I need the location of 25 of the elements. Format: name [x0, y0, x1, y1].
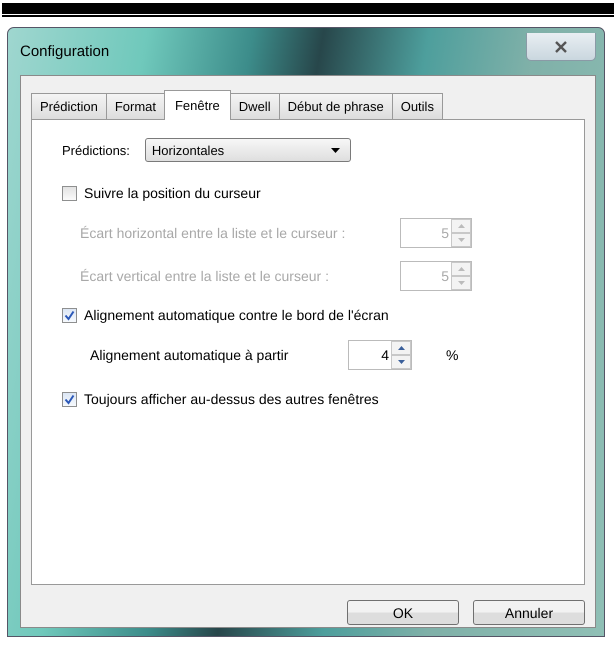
checkbox-label: Suivre la position du curseur: [84, 185, 261, 201]
tab[interactable]: Fenêtre: [164, 90, 231, 120]
tab[interactable]: Prédiction: [31, 93, 107, 119]
number-spinner[interactable]: 4: [348, 340, 412, 370]
tab[interactable]: Dwell: [230, 93, 280, 119]
checkbox[interactable]: [62, 308, 77, 322]
predictions-label: Prédictions:: [62, 142, 130, 158]
dialog-button[interactable]: OK: [347, 600, 459, 625]
predictions-dropdown[interactable]: Horizontales: [144, 138, 351, 162]
checkbox-label: Toujours afficher au-dessus des autres fenêtres: [84, 391, 379, 407]
dropdown-arrow-icon: [330, 148, 340, 152]
checkbox-label: Alignement automatique contre le bord de l'écran: [84, 307, 389, 323]
tab[interactable]: Début de phrase: [278, 93, 393, 119]
percent-label: %: [446, 347, 458, 363]
checkbox[interactable]: [62, 392, 77, 406]
tab[interactable]: Outils: [392, 93, 443, 119]
window-title: Configuration: [20, 43, 110, 60]
tab[interactable]: Format: [106, 93, 165, 119]
spinner-label: Écart vertical entre la liste et le curseur :: [80, 268, 330, 284]
close-button[interactable]: [526, 33, 596, 61]
close-icon: [554, 40, 568, 52]
checkbox[interactable]: [62, 186, 77, 200]
spinner-label: Alignement automatique à partir: [90, 347, 290, 363]
spinner-label: Écart horizontal entre la liste et le curseur :: [80, 225, 346, 241]
dialog-button[interactable]: Annuler: [473, 600, 585, 625]
